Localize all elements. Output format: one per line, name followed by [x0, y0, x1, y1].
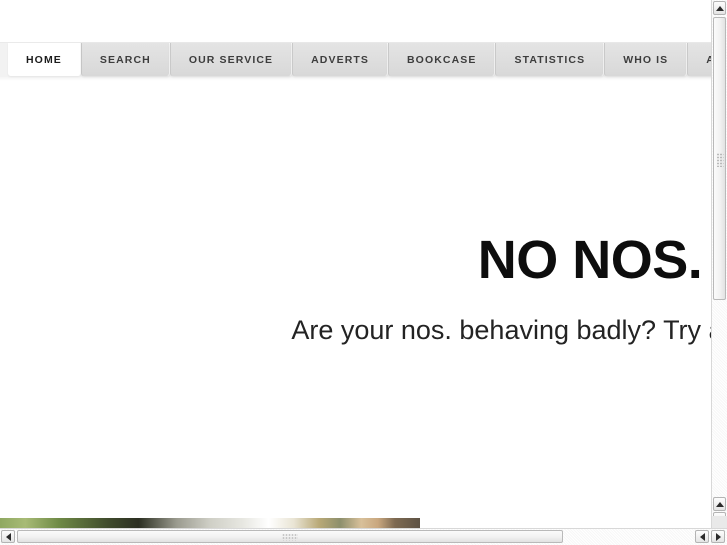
nav-item-label: BOOKCASE [407, 53, 477, 66]
scroll-left-icon[interactable] [1, 530, 15, 543]
nav-item-label: STATISTICS [514, 53, 586, 66]
nav-item-list: HOME SEARCH OUR SERVICE ADVERTS BOOKCASE [0, 43, 711, 76]
scroll-right-icon[interactable] [711, 530, 725, 543]
hero-section: NO NOS. Are your nos. behaving badly? Tr… [0, 82, 711, 348]
nav-item-label: ADVERTS [311, 53, 369, 66]
scroll-left-icon-secondary[interactable] [695, 530, 709, 543]
grip-dots-icon [282, 533, 298, 540]
nav-item-search[interactable]: SEARCH [80, 43, 170, 76]
horizontal-scrollbar-thumb[interactable] [17, 530, 563, 543]
scrollbar-corner [711, 516, 727, 528]
nav-item-label: SEARCH [99, 53, 151, 66]
vertical-scrollbar[interactable] [711, 0, 727, 528]
banner-image [0, 518, 711, 528]
triangle-left-icon [5, 532, 11, 541]
scroll-up-icon-secondary[interactable] [713, 497, 726, 511]
nav-item-bookcase[interactable]: BOOKCASE [388, 43, 496, 76]
triangle-left-icon [699, 532, 705, 541]
grip-dots-icon [716, 153, 723, 167]
website-page: HOME SEARCH OUR SERVICE ADVERTS BOOKCASE [0, 0, 711, 528]
nav-item-label: HOME [26, 53, 62, 66]
triangle-up-icon [715, 501, 724, 507]
nav-item-label: WHO IS [623, 53, 669, 66]
page-viewport: HOME SEARCH OUR SERVICE ADVERTS BOOKCASE [0, 0, 711, 528]
main-navigation: HOME SEARCH OUR SERVICE ADVERTS BOOKCASE [0, 42, 711, 76]
nav-item-our-service[interactable]: OUR SERVICE [169, 43, 293, 76]
banner-photo [0, 518, 420, 528]
triangle-right-icon [715, 532, 721, 541]
nav-drop-shadow [0, 76, 711, 81]
nav-item-label: OUR SERVICE [188, 53, 274, 66]
scroll-up-icon[interactable] [713, 1, 726, 15]
nav-item-who-is[interactable]: WHO IS [604, 43, 688, 76]
banner-filler [420, 518, 711, 528]
triangle-up-icon [715, 5, 724, 11]
nav-item-adverts[interactable]: ADVERTS [292, 43, 388, 76]
horizontal-scrollbar[interactable] [0, 528, 727, 545]
nav-item-about-us[interactable]: ABOUT US [687, 43, 711, 76]
page-title: NO NOS. [477, 230, 703, 290]
nav-item-statistics[interactable]: STATISTICS [495, 43, 605, 76]
browser-window: HOME SEARCH OUR SERVICE ADVERTS BOOKCASE [0, 0, 727, 545]
page-top-strip [0, 0, 711, 42]
page-subtitle: Are your nos. behaving badly? Try a phon… [291, 314, 711, 345]
vertical-scrollbar-thumb[interactable] [713, 17, 726, 300]
nav-item-home[interactable]: HOME [8, 43, 81, 76]
